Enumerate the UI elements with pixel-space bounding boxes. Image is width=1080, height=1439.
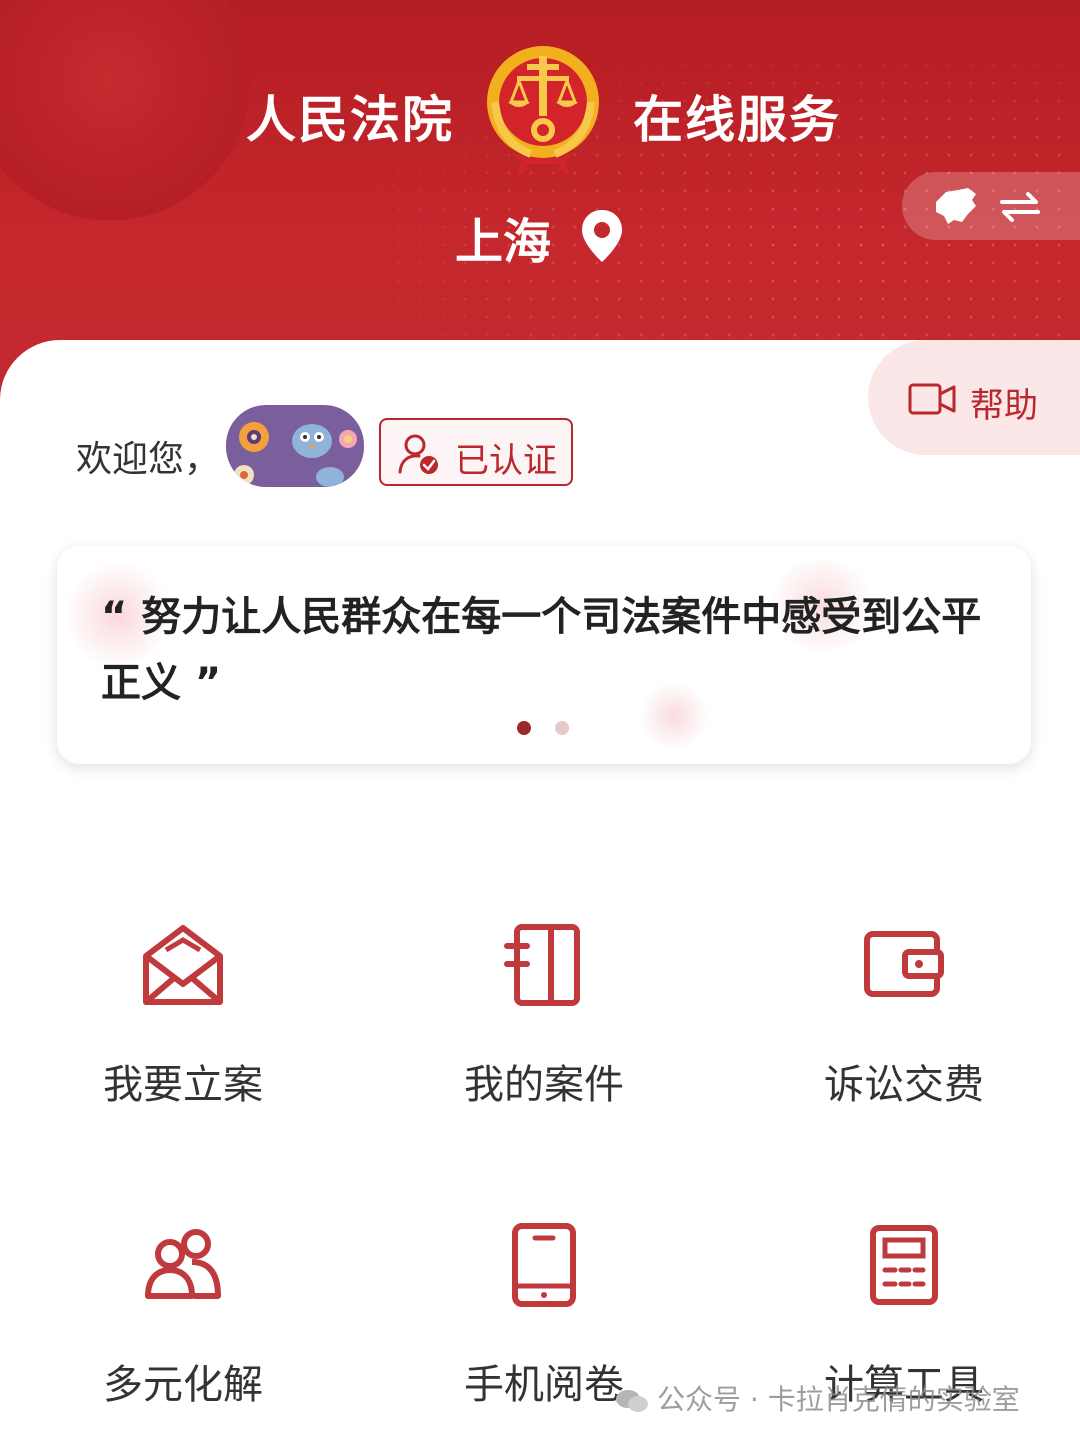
court-emblem-icon — [487, 46, 599, 176]
quote-text: “ 努力让人民群众在每一个司法案件中感受到公平正义 ” — [101, 594, 982, 706]
avatar[interactable] — [226, 405, 364, 487]
location-pin-icon[interactable] — [578, 208, 626, 264]
welcome-text: 欢迎您， — [76, 439, 221, 480]
service-label: 我的案件 — [464, 1062, 624, 1108]
service-label: 诉讼交费 — [824, 1062, 984, 1108]
quote-carousel[interactable]: “ 努力让人民群众在每一个司法案件中感受到公平正义 ” — [57, 546, 1031, 764]
header-title-left: 人民法院 — [246, 91, 454, 149]
service-label: 多元化解 — [103, 1362, 263, 1408]
notebook-icon — [504, 924, 580, 1006]
china-map-icon — [936, 188, 976, 224]
avatar-image — [234, 422, 357, 487]
service-label: 我要立案 — [103, 1062, 263, 1108]
video-camera-icon — [908, 383, 956, 415]
watermark: 公众号 · 卡拉肖克倩的实验室 — [615, 1378, 1020, 1418]
service-file-case[interactable]: 我要立案 — [33, 922, 333, 1110]
wallet-icon — [864, 931, 944, 997]
envelope-open-icon — [143, 925, 223, 1005]
help-label: 帮助 — [970, 386, 1038, 426]
service-pay-fees[interactable]: 诉讼交费 — [754, 922, 1054, 1110]
swap-arrows-icon — [1000, 192, 1040, 222]
user-check-icon — [398, 434, 438, 474]
wechat-icon — [616, 1390, 648, 1412]
region-switch-button[interactable] — [902, 172, 1080, 240]
users-icon — [145, 1229, 221, 1299]
carousel-dot[interactable] — [555, 721, 569, 735]
carousel-dot-active[interactable] — [517, 721, 531, 735]
service-my-cases[interactable]: 我的案件 — [394, 922, 694, 1110]
service-mediation[interactable]: 多元化解 — [33, 1222, 333, 1410]
mobile-phone-icon — [512, 1223, 576, 1307]
help-button[interactable]: 帮助 — [868, 340, 1080, 455]
verified-label: 已认证 — [455, 441, 557, 481]
watermark-text: 公众号 · 卡拉肖克倩的实验室 — [657, 1383, 1020, 1416]
calculator-icon — [870, 1225, 938, 1305]
header-title-right: 在线服务 — [633, 91, 841, 149]
verified-badge[interactable]: 已认证 — [379, 418, 573, 486]
city-selector[interactable]: 上海 — [455, 202, 551, 272]
